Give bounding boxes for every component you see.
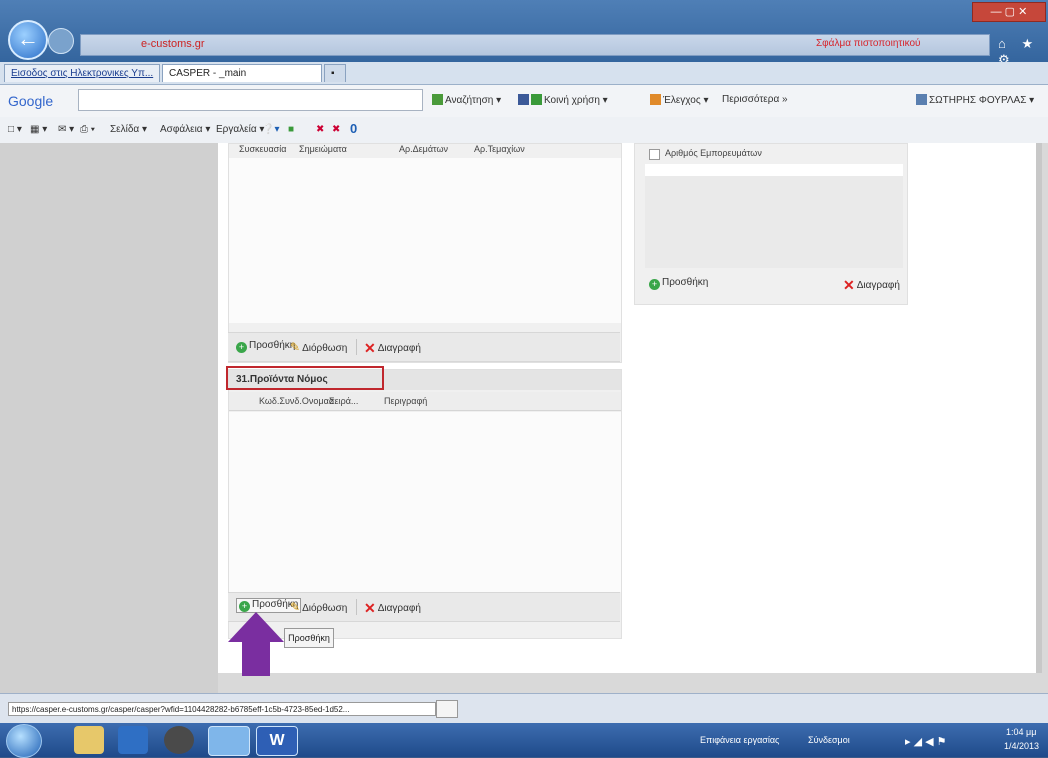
delete-icon: ✕: [364, 340, 376, 356]
mail-icon[interactable]: ✉ ▾: [58, 124, 74, 135]
extension-icon-3[interactable]: 0: [350, 121, 357, 136]
outlook-icon[interactable]: [118, 726, 148, 754]
separator: [356, 599, 357, 615]
explorer-icon[interactable]: [74, 726, 104, 754]
edit-button[interactable]: ✎ Διόρθωση: [290, 600, 347, 614]
pencil-icon: ✎: [290, 600, 301, 614]
add-icon: +: [239, 601, 250, 612]
pencil-icon: ✎: [290, 340, 301, 354]
google-search-menu[interactable]: Αναζήτηση ▾: [432, 94, 501, 106]
extension-icon-2[interactable]: ✖: [332, 124, 340, 135]
facebook-icon: [518, 94, 529, 105]
word-icon[interactable]: W: [256, 726, 298, 756]
account-icon: [916, 94, 927, 105]
left-margin: [0, 143, 218, 693]
help-icon[interactable]: ❔▾: [262, 124, 279, 135]
column-header[interactable]: Κωδ.Συνδ.Ονομασ.: [259, 396, 337, 406]
status-button[interactable]: [436, 700, 458, 718]
status-url: https://casper.e-customs.gr/casper/caspe…: [8, 702, 436, 716]
pointer-arrow-icon: [228, 612, 284, 676]
add-button[interactable]: + Προσθήκη: [236, 340, 295, 353]
start-button[interactable]: [6, 724, 42, 758]
delete-icon: ✕: [843, 277, 855, 293]
section-31-title-highlight: 31.Προϊόντα Νόμος: [226, 366, 384, 390]
goods-number-grid[interactable]: [645, 176, 903, 268]
tab-strip: Εισοδος στις Ηλεκτρονικες Υπ... CASPER -…: [0, 62, 1048, 85]
delete-button[interactable]: ✕ Διαγραφή: [843, 277, 900, 294]
column-header[interactable]: Αρ.Δεμάτων: [399, 144, 448, 154]
window-controls[interactable]: — ▢ ✕: [972, 2, 1046, 22]
column-header[interactable]: Περιγραφή: [384, 396, 427, 406]
add-icon: +: [649, 279, 660, 290]
goods-number-input[interactable]: [645, 164, 903, 176]
desktop-toolbar[interactable]: Επιφάνεια εργασίας: [700, 735, 779, 745]
browser-title-bar: ← e-customs.gr Σφάλμα πιστοποιητικού — ▢…: [0, 0, 1048, 67]
feeds-icon[interactable]: ▦ ▾: [30, 124, 47, 135]
windows-taskbar: W Επιφάνεια εργασίας Σύνδεσμοι ▸ ◢ ◀ ⚑ 1…: [0, 723, 1048, 758]
google-search-input[interactable]: [78, 89, 423, 111]
packages-toolbar: + Προσθήκη ✎ Διόρθωση ✕ Διαγραφή: [228, 332, 620, 362]
section-31-grid-body[interactable]: [229, 412, 621, 592]
goods-number-panel: Αριθμός Εμπορευμάτων + Προσθήκη ✕ Διαγραφή: [634, 143, 908, 305]
back-button[interactable]: ←: [8, 20, 48, 60]
section-31-title: 31.Προϊόντα Νόμος: [236, 374, 328, 385]
google-toolbar: Google Αναζήτηση ▾ Κοινή χρήση ▾ Έλεγχος…: [0, 85, 1048, 118]
add-icon: +: [236, 342, 247, 353]
column-header[interactable]: Σειρά...: [329, 396, 358, 406]
home-icon[interactable]: □ ▾: [8, 124, 22, 135]
tray-icons[interactable]: ▸ ◢ ◀ ⚑: [905, 735, 946, 748]
spellcheck-icon: [650, 94, 661, 105]
delete-icon: ✕: [364, 600, 376, 616]
new-tab-button[interactable]: ▪: [324, 64, 346, 82]
extension-icon-1[interactable]: ✖: [316, 124, 324, 135]
section-31-columns: Κωδ.Συνδ.Ονομασ. Σειρά... Περιγραφή: [229, 392, 621, 411]
section-31-toolbar: + Προσθήκη ✎ Διόρθωση ✕ Διαγραφή: [228, 592, 620, 622]
column-header[interactable]: Συσκευασία: [239, 144, 286, 154]
internet-explorer-icon[interactable]: [208, 726, 250, 756]
print-icon[interactable]: ⎙ ▾: [80, 124, 95, 135]
links-toolbar[interactable]: Σύνδεσμοι: [808, 735, 850, 745]
goods-number-label: Αριθμός Εμπορευμάτων: [665, 148, 762, 158]
account-menu[interactable]: ΣΩΤΗΡΗΣ ΦΟΥΡΛΑΣ ▾: [916, 94, 1034, 106]
google-logo: Google: [8, 93, 54, 109]
safety-menu[interactable]: Ασφάλεια ▾: [160, 124, 210, 135]
extra-add-button[interactable]: Προσθήκη: [284, 628, 334, 648]
goods-number-checkbox[interactable]: [649, 149, 660, 160]
delete-button[interactable]: ✕ Διαγραφή: [364, 600, 421, 617]
media-player-icon[interactable]: [164, 726, 194, 754]
command-bar: □ ▾ ▦ ▾ ✉ ▾ ⎙ ▾ Σελίδα ▾ Ασφάλεια ▾ Εργα…: [0, 117, 1048, 144]
more-menu[interactable]: Περισσότερα »: [722, 94, 788, 105]
add-button[interactable]: + Προσθήκη: [649, 277, 708, 290]
addon-icon[interactable]: ■: [288, 124, 294, 135]
delete-button[interactable]: ✕ Διαγραφή: [364, 340, 421, 357]
packages-grid-body[interactable]: [229, 158, 621, 323]
edit-button[interactable]: ✎ Διόρθωση: [290, 340, 347, 354]
tab-customs-login[interactable]: Εισοδος στις Ηλεκτρονικες Υπ...: [4, 64, 160, 82]
casper-form: Συσκευασία Σημειώματα Αρ.Δεμάτων Αρ.Τεμα…: [218, 143, 1042, 673]
check-menu[interactable]: Έλεγχος ▾: [650, 94, 708, 106]
google-search-icon: [432, 94, 443, 105]
column-header[interactable]: Αρ.Τεμαχίων: [474, 144, 525, 154]
separator: [356, 339, 357, 355]
tools-menu[interactable]: Εργαλεία ▾: [216, 124, 264, 135]
address-bar[interactable]: e-customs.gr Σφάλμα πιστοποιητικού: [80, 34, 990, 56]
certificate-error-text[interactable]: Σφάλμα πιστοποιητικού: [816, 38, 920, 49]
column-header[interactable]: Σημειώματα: [299, 144, 347, 154]
clock-date[interactable]: 1/4/2013: [1004, 741, 1039, 751]
clock-time[interactable]: 1:04 μμ: [1006, 727, 1036, 737]
share-icon: [531, 94, 542, 105]
packages-panel: Συσκευασία Σημειώματα Αρ.Δεμάτων Αρ.Τεμα…: [228, 143, 622, 363]
status-bar: https://casper.e-customs.gr/casper/caspe…: [0, 693, 1048, 724]
tab-casper-main[interactable]: CASPER - _main: [162, 64, 322, 82]
page-menu[interactable]: Σελίδα ▾: [110, 124, 147, 135]
forward-button[interactable]: [48, 28, 74, 54]
share-menu[interactable]: Κοινή χρήση ▾: [518, 94, 608, 106]
address-text: e-customs.gr: [141, 38, 205, 50]
